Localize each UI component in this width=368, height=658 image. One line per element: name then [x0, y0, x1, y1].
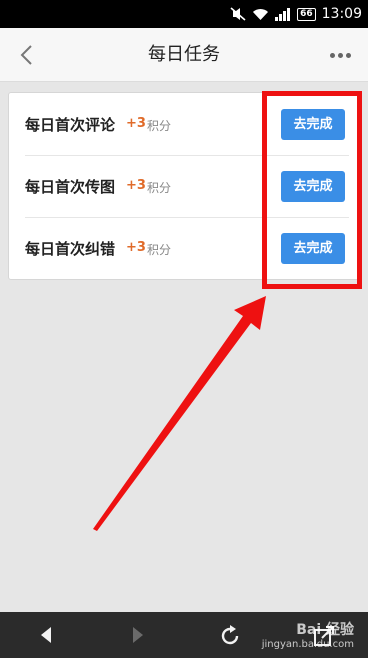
browser-bottom-bar: Bai 经验 jingyan.baidu.com: [0, 612, 368, 658]
annotation-arrow-icon: [93, 296, 266, 531]
forward-triangle-icon[interactable]: [128, 625, 148, 645]
back-triangle-icon[interactable]: [36, 625, 56, 645]
watermark: Bai 经验 jingyan.baidu.com: [261, 622, 354, 650]
refresh-icon[interactable]: [218, 624, 242, 648]
